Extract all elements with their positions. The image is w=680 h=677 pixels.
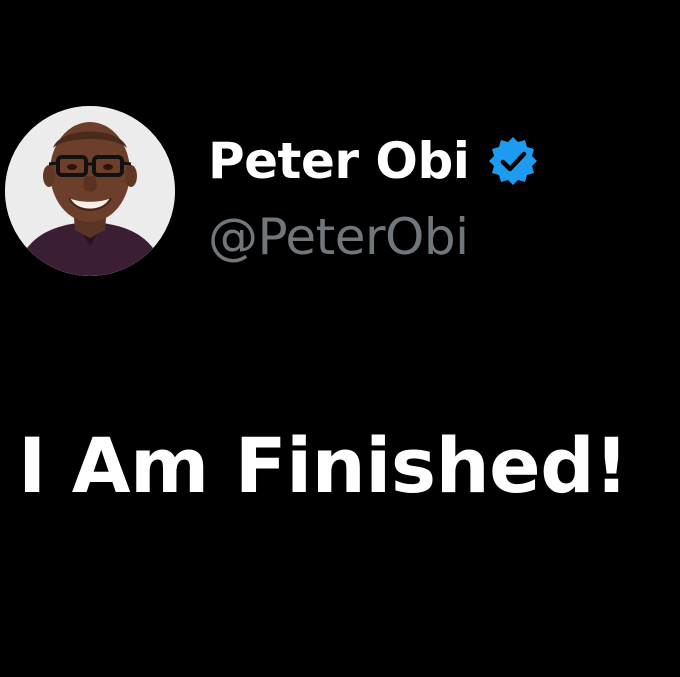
tweet-card: Peter Obi @PeterObi I Am Finished!	[0, 0, 680, 677]
profile-photo	[5, 106, 175, 276]
avatar[interactable]	[5, 106, 175, 276]
verified-badge-icon	[487, 135, 539, 187]
display-name[interactable]: Peter Obi	[208, 128, 470, 194]
display-name-row: Peter Obi	[208, 128, 539, 194]
user-handle[interactable]: @PeterObi	[208, 204, 469, 270]
tweet-text: I Am Finished!	[18, 421, 629, 510]
